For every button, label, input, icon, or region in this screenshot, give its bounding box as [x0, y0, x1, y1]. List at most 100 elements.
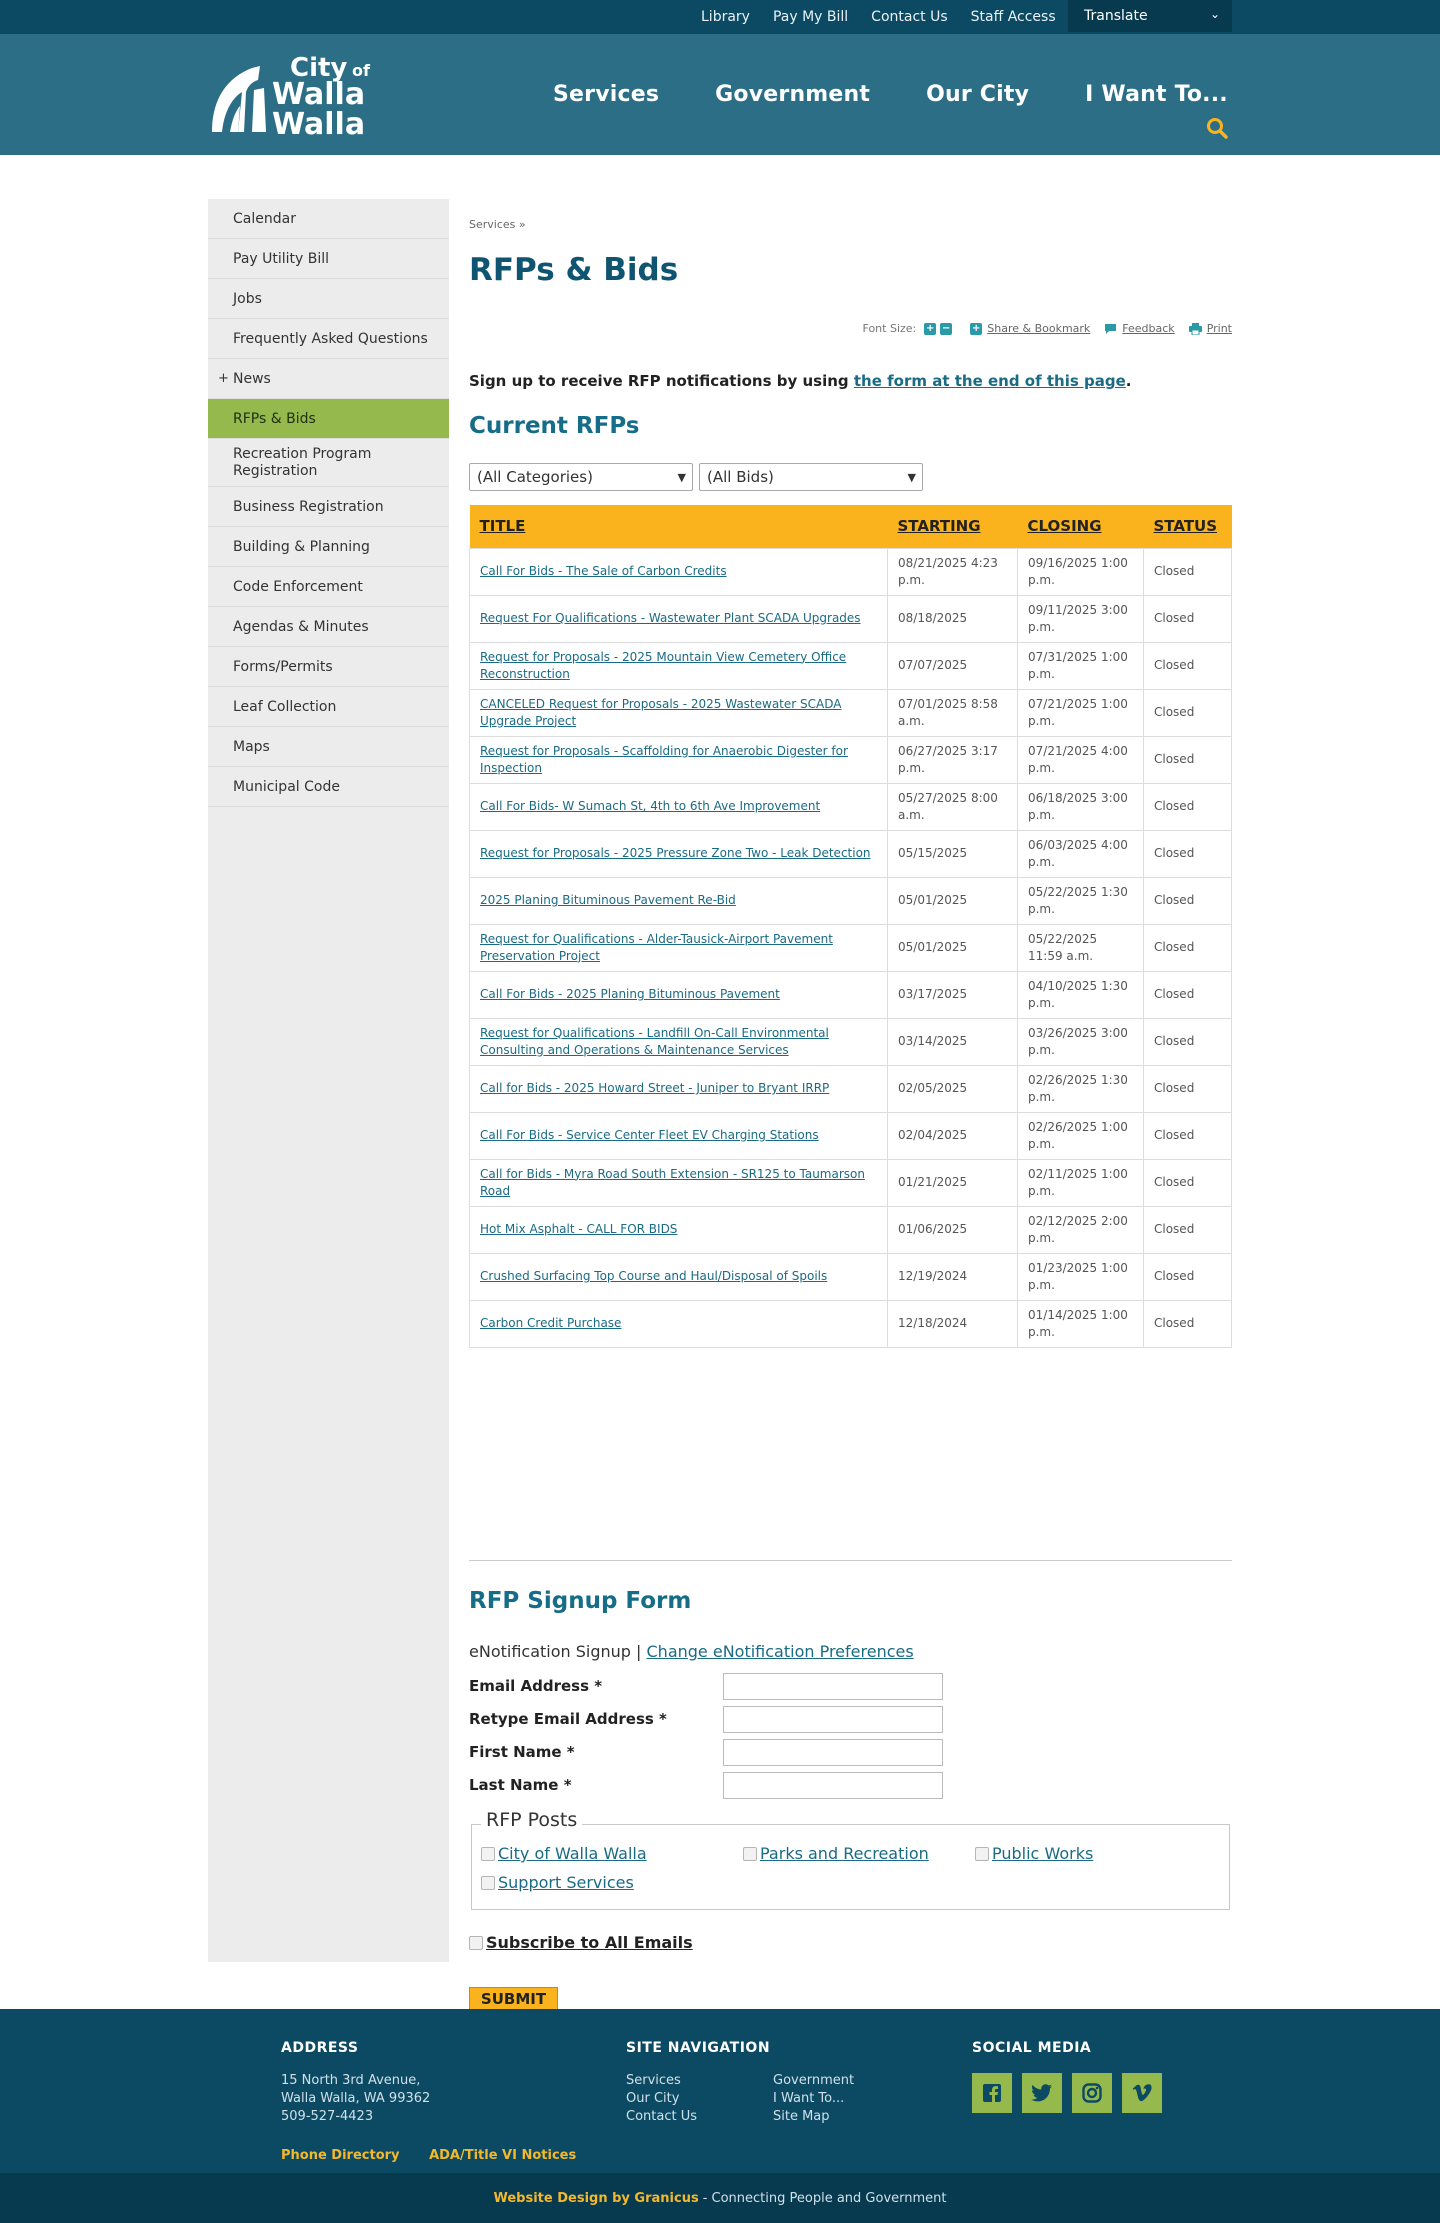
checkbox-subscribe-all[interactable]: Subscribe to All Emails — [469, 1933, 693, 1952]
sidebar-item-agendas-minutes[interactable]: Agendas & Minutes — [208, 607, 449, 647]
rfp-title-link[interactable]: Request for Proposals - 2025 Pressure Zo… — [480, 846, 871, 860]
sidebar-item-news[interactable]: + News — [208, 359, 449, 399]
sidebar-item-leaf-collection[interactable]: Leaf Collection — [208, 687, 449, 727]
font-increase-icon[interactable]: + — [924, 322, 937, 335]
footer-nav-services[interactable]: Services — [626, 2072, 773, 2090]
last-name-field[interactable] — [723, 1772, 943, 1799]
table-row: Request for Proposals - 2025 Mountain Vi… — [469, 641, 1232, 690]
sidebar-item-calendar[interactable]: Calendar — [208, 199, 449, 239]
rfp-title-link[interactable]: CANCELED Request for Proposals - 2025 Wa… — [480, 697, 841, 728]
rfp-title-link[interactable]: Crushed Surfacing Top Course and Haul/Di… — [480, 1269, 827, 1283]
retype-email-field[interactable] — [723, 1706, 943, 1733]
sidebar-item-building-planning[interactable]: Building & Planning — [208, 527, 449, 567]
change-preferences-link[interactable]: Change eNotification Preferences — [647, 1642, 914, 1661]
checkbox-public-works[interactable]: Public Works — [975, 1844, 1093, 1863]
sidebar-item-code-enforcement[interactable]: Code Enforcement — [208, 567, 449, 607]
share-bookmark-link[interactable]: + Share & Bookmark — [966, 322, 1090, 335]
nav-i-want-to[interactable]: I Want To... — [1085, 82, 1228, 107]
sidebar-item-municipal-code[interactable]: Municipal Code — [208, 767, 449, 807]
utility-link-library[interactable]: Library — [701, 9, 750, 25]
column-closing[interactable]: CLOSING — [1017, 505, 1144, 548]
facebook-icon[interactable] — [972, 2073, 1012, 2113]
column-title[interactable]: TITLE — [469, 505, 888, 548]
rfp-title-link[interactable]: Carbon Credit Purchase — [480, 1316, 621, 1330]
font-decrease-icon[interactable]: − — [940, 322, 953, 335]
rfp-title-link[interactable]: Call For Bids - Service Center Fleet EV … — [480, 1128, 819, 1142]
utility-link-staff-access[interactable]: Staff Access — [971, 9, 1056, 25]
city-logo[interactable]: City of Walla Walla — [208, 50, 384, 142]
table-cell: Call For Bids - 2025 Planing Bituminous … — [469, 970, 888, 1019]
bids-select[interactable]: (All Bids) ▼ — [699, 463, 923, 491]
translate-dropdown[interactable]: Translate ⌄ — [1068, 0, 1232, 32]
footer-social-heading: SOCIAL MEDIA — [972, 2040, 1092, 2056]
feedback-link[interactable]: Feedback — [1104, 322, 1175, 335]
sidebar-item-recreation[interactable]: Recreation Program Registration — [208, 439, 449, 487]
print-link[interactable]: Print — [1188, 322, 1232, 335]
table-row: Call For Bids- W Sumach St, 4th to 6th A… — [469, 782, 1232, 831]
sidebar-item-faq[interactable]: Frequently Asked Questions — [208, 319, 449, 359]
first-name-field[interactable] — [723, 1739, 943, 1766]
rfp-title-link[interactable]: Request For Qualifications - Wastewater … — [480, 611, 861, 625]
category-select[interactable]: (All Categories) ▼ — [469, 463, 693, 491]
search-icon[interactable] — [1206, 117, 1228, 139]
rfp-title-link[interactable]: Call For Bids- W Sumach St, 4th to 6th A… — [480, 799, 820, 813]
rfp-title-link[interactable]: Call For Bids - The Sale of Carbon Credi… — [480, 564, 727, 578]
sidebar-item-label: RFPs & Bids — [233, 410, 316, 427]
checkbox-parks-and-recreation[interactable]: Parks and Recreation — [743, 1844, 929, 1863]
checkbox-icon[interactable] — [743, 1846, 757, 1861]
footer-nav-site-map[interactable]: Site Map — [773, 2108, 854, 2126]
checkbox-support-services[interactable]: Support Services — [481, 1873, 634, 1892]
nav-government[interactable]: Government — [715, 82, 870, 107]
sidebar-item-rfps-bids[interactable]: RFPs & Bids — [208, 399, 449, 439]
footer-phone[interactable]: 509-527-4423 — [281, 2108, 430, 2126]
column-status[interactable]: STATUS — [1143, 505, 1232, 548]
email-field[interactable] — [723, 1673, 943, 1700]
twitter-icon[interactable] — [1022, 2073, 1062, 2113]
rfp-title-link[interactable]: Request for Proposals - 2025 Mountain Vi… — [480, 650, 846, 681]
ada-notices-link[interactable]: ADA/Title VI Notices — [429, 2148, 576, 2163]
expand-icon[interactable]: + — [218, 371, 229, 386]
checkbox-icon[interactable] — [975, 1846, 989, 1861]
footer-nav-i-want-to[interactable]: I Want To... — [773, 2090, 854, 2108]
sidebar-item-maps[interactable]: Maps — [208, 727, 449, 767]
nav-our-city[interactable]: Our City — [926, 82, 1029, 107]
table-row: Call For Bids - 2025 Planing Bituminous … — [469, 970, 1232, 1019]
rfp-title-link[interactable]: Call for Bids - 2025 Howard Street - Jun… — [480, 1081, 829, 1095]
rfp-title-link[interactable]: Request for Proposals - Scaffolding for … — [480, 744, 848, 775]
rfp-title-link[interactable]: Call for Bids - Myra Road South Extensio… — [480, 1167, 865, 1198]
nav-services[interactable]: Services — [553, 82, 659, 107]
footer-nav-contact-us[interactable]: Contact Us — [626, 2108, 773, 2126]
checkbox-icon[interactable] — [481, 1875, 495, 1890]
granicus-link[interactable]: Website Design by Granicus — [493, 2191, 698, 2206]
table-cell: Crushed Surfacing Top Course and Haul/Di… — [469, 1252, 888, 1301]
email-label: Email Address * — [469, 1677, 603, 1695]
footer-nav-government[interactable]: Government — [773, 2072, 854, 2090]
rfp-title-link[interactable]: Request for Qualifications - Alder-Tausi… — [480, 932, 833, 963]
rfp-title-link[interactable]: 2025 Planing Bituminous Pavement Re-Bid — [480, 893, 736, 907]
vimeo-icon[interactable] — [1122, 2073, 1162, 2113]
checkbox-icon[interactable] — [481, 1846, 495, 1861]
table-cell: 09/16/2025 1:00 p.m. — [1017, 547, 1144, 596]
sidebar-item-business-registration[interactable]: Business Registration — [208, 487, 449, 527]
sidebar-item-label: Code Enforcement — [233, 578, 363, 595]
table-cell: 03/17/2025 — [887, 970, 1018, 1019]
sidebar-item-forms-permits[interactable]: Forms/Permits — [208, 647, 449, 687]
rfp-title-link[interactable]: Call For Bids - 2025 Planing Bituminous … — [480, 987, 780, 1001]
sidebar-item-pay-utility-bill[interactable]: Pay Utility Bill — [208, 239, 449, 279]
checkbox-city-of-walla-walla[interactable]: City of Walla Walla — [481, 1844, 647, 1863]
sidebar-item-label: Forms/Permits — [233, 658, 333, 675]
footer-nav-our-city[interactable]: Our City — [626, 2090, 773, 2108]
utility-link-pay-my-bill[interactable]: Pay My Bill — [773, 9, 848, 25]
signup-form-link[interactable]: the form at the end of this page — [854, 372, 1126, 390]
checkbox-icon[interactable] — [469, 1935, 483, 1950]
rfp-title-link[interactable]: Request for Qualifications - Landfill On… — [480, 1026, 829, 1057]
utility-link-contact-us[interactable]: Contact Us — [871, 9, 947, 25]
breadcrumb[interactable]: Services » — [469, 218, 526, 231]
sidebar-item-jobs[interactable]: Jobs — [208, 279, 449, 319]
column-starting[interactable]: STARTING — [887, 505, 1018, 548]
instagram-icon[interactable] — [1072, 2073, 1112, 2113]
rfp-title-link[interactable]: Hot Mix Asphalt - CALL FOR BIDS — [480, 1222, 677, 1236]
phone-directory-link[interactable]: Phone Directory — [281, 2148, 400, 2163]
current-rfps-heading: Current RFPs — [469, 413, 640, 439]
translate-label: Translate — [1084, 8, 1148, 24]
